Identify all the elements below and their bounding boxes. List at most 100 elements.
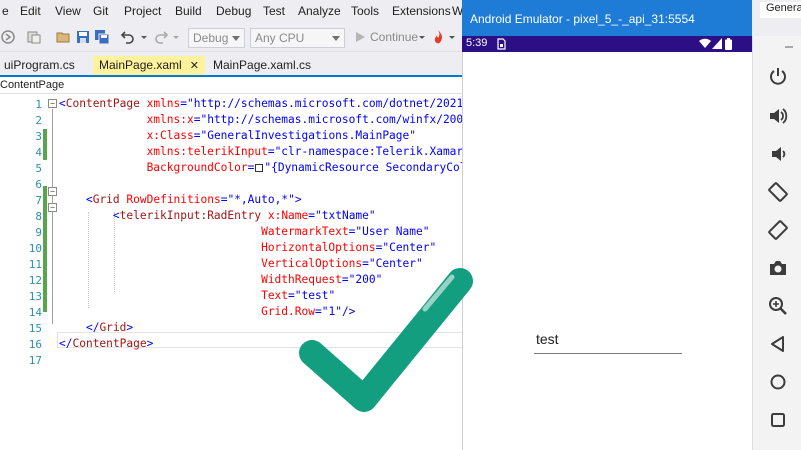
continue-dropdown-icon[interactable] xyxy=(418,29,426,45)
line-number: 4 xyxy=(35,146,42,159)
redo-dropdown-icon[interactable] xyxy=(172,29,180,45)
menu-git[interactable]: Git xyxy=(93,4,108,18)
overview-icon[interactable] xyxy=(768,410,788,430)
menu-file[interactable]: e xyxy=(2,4,9,18)
code-line: <telerikInput:RadEntry x:Name="txtName" xyxy=(112,209,376,222)
menu-tools[interactable]: Tools xyxy=(351,4,379,18)
save-all-icon[interactable] xyxy=(94,29,110,45)
forward-icon[interactable] xyxy=(0,29,16,45)
menu-edit[interactable]: Edit xyxy=(20,4,41,18)
camera-icon[interactable] xyxy=(768,258,788,278)
navigation-scope: ContentPage xyxy=(0,79,65,91)
fold-toggle-icon[interactable]: − xyxy=(48,203,57,212)
device-screen[interactable]: test xyxy=(462,52,752,450)
line-number: 15 xyxy=(28,322,42,335)
tab-uiprogram[interactable]: uiProgram.cs xyxy=(0,56,81,75)
entry-text: test xyxy=(536,331,559,347)
tab-mainpage-xaml-cs[interactable]: MainPage.xaml.cs xyxy=(207,56,317,75)
redo-icon[interactable] xyxy=(154,29,170,45)
line-number: 16 xyxy=(28,338,42,351)
power-icon[interactable] xyxy=(768,66,788,86)
line-number: 10 xyxy=(28,242,42,255)
code-line: <ContentPage xmlns="http://schemas.micro… xyxy=(59,97,462,110)
menu-analyze[interactable]: Analyze xyxy=(298,4,341,18)
hot-reload-dropdown-icon[interactable] xyxy=(448,29,456,45)
menu-build[interactable]: Build xyxy=(175,4,202,18)
status-time: 5:39 xyxy=(466,37,488,49)
undo-icon[interactable] xyxy=(119,29,135,45)
menu-test[interactable]: Test xyxy=(263,4,285,18)
rotate-left-icon[interactable] xyxy=(768,182,788,202)
wifi-icon xyxy=(699,38,711,48)
change-marker xyxy=(43,129,47,160)
fold-toggle-icon[interactable]: − xyxy=(48,187,57,196)
code-line: </Grid> xyxy=(85,321,134,334)
menu-extensions[interactable]: Extensions xyxy=(392,4,451,18)
line-number: 2 xyxy=(35,114,42,127)
checkmark-icon xyxy=(299,268,473,412)
back-icon[interactable] xyxy=(768,334,788,354)
emulator-control-bar xyxy=(752,36,801,450)
configuration-select[interactable]: Debug xyxy=(188,28,245,48)
code-line: x:Class="GeneralInvestigations.MainPage" xyxy=(146,129,417,142)
line-number: 1 xyxy=(35,98,42,111)
close-icon[interactable]: ✕ xyxy=(190,60,199,72)
code-line: xmlns:telerikInput="clr-namespace:Teleri… xyxy=(146,145,462,158)
line-number: 17 xyxy=(28,354,42,367)
home-icon[interactable] xyxy=(768,372,788,392)
line-number: 12 xyxy=(28,274,42,287)
line-number: 8 xyxy=(35,210,42,223)
continue-button[interactable]: Continue xyxy=(370,30,418,44)
vs-side-tab[interactable]: Genera xyxy=(760,2,801,18)
color-swatch-icon xyxy=(255,163,264,172)
volume-down-icon[interactable] xyxy=(768,144,788,164)
line-number: 3 xyxy=(35,130,42,143)
change-marker xyxy=(43,186,47,312)
new-project-icon[interactable] xyxy=(26,29,42,45)
toolbar: Debug Any CPU Continue xyxy=(0,22,462,52)
undo-dropdown-icon[interactable] xyxy=(140,29,148,45)
tab-mainpage-xaml[interactable]: MainPage.xaml ✕ xyxy=(93,56,205,75)
emulator-title: Android Emulator - pixel_5_-_api_31:5554 xyxy=(470,12,695,26)
code-line: BackgroundColor= "{DynamicResource Second… xyxy=(146,161,462,174)
minimize-icon[interactable] xyxy=(784,42,794,52)
code-line: <Grid RowDefinitions="*,Auto,*"> xyxy=(85,193,302,206)
platform-select[interactable]: Any CPU xyxy=(250,28,345,48)
hot-reload-icon[interactable] xyxy=(430,29,446,45)
tab-label: MainPage.xaml xyxy=(99,58,182,72)
open-folder-icon[interactable] xyxy=(56,29,72,45)
device-status-bar: 5:39 xyxy=(462,36,752,52)
txtname-entry[interactable]: test xyxy=(534,328,682,354)
rotate-right-icon[interactable] xyxy=(768,220,788,240)
tab-label: uiProgram.cs xyxy=(4,58,75,72)
menu-project[interactable]: Project xyxy=(124,4,161,18)
menu-debug[interactable]: Debug xyxy=(216,4,251,18)
line-number: 7 xyxy=(35,194,42,207)
fold-guide xyxy=(52,109,53,324)
code-line: HorizontalOptions="Center" xyxy=(261,241,437,254)
line-number: 14 xyxy=(28,306,42,319)
tab-label: MainPage.xaml.cs xyxy=(213,58,312,72)
line-number: 6 xyxy=(35,178,42,191)
signal-icon xyxy=(712,38,722,49)
configuration-value: Debug xyxy=(193,31,229,45)
volume-up-icon[interactable] xyxy=(768,106,788,126)
line-number: 9 xyxy=(35,226,42,239)
line-number: 13 xyxy=(28,290,42,303)
menu-view[interactable]: View xyxy=(55,4,81,18)
save-icon[interactable] xyxy=(75,29,91,45)
sim-icon xyxy=(497,38,506,50)
line-number: 5 xyxy=(35,162,42,175)
emulator-title-bar[interactable]: Android Emulator - pixel_5_-_api_31:5554 xyxy=(462,0,752,36)
code-line: WatermarkText="User Name" xyxy=(261,225,430,238)
fold-toggle-icon[interactable]: − xyxy=(48,99,57,108)
platform-value: Any CPU xyxy=(255,31,305,45)
document-tabs: uiProgram.cs MainPage.xaml ✕ MainPage.xam… xyxy=(0,52,462,77)
zoom-icon[interactable] xyxy=(768,296,788,316)
continue-play-icon[interactable] xyxy=(352,29,368,45)
line-number: 11 xyxy=(28,258,42,271)
editor-navigation-bar[interactable]: ContentPage xyxy=(0,77,462,94)
battery-icon xyxy=(725,38,732,50)
code-line: xmlns:x="http://schemas.microsoft.com/wi… xyxy=(146,113,462,126)
code-line: </ContentPage> xyxy=(59,337,154,350)
